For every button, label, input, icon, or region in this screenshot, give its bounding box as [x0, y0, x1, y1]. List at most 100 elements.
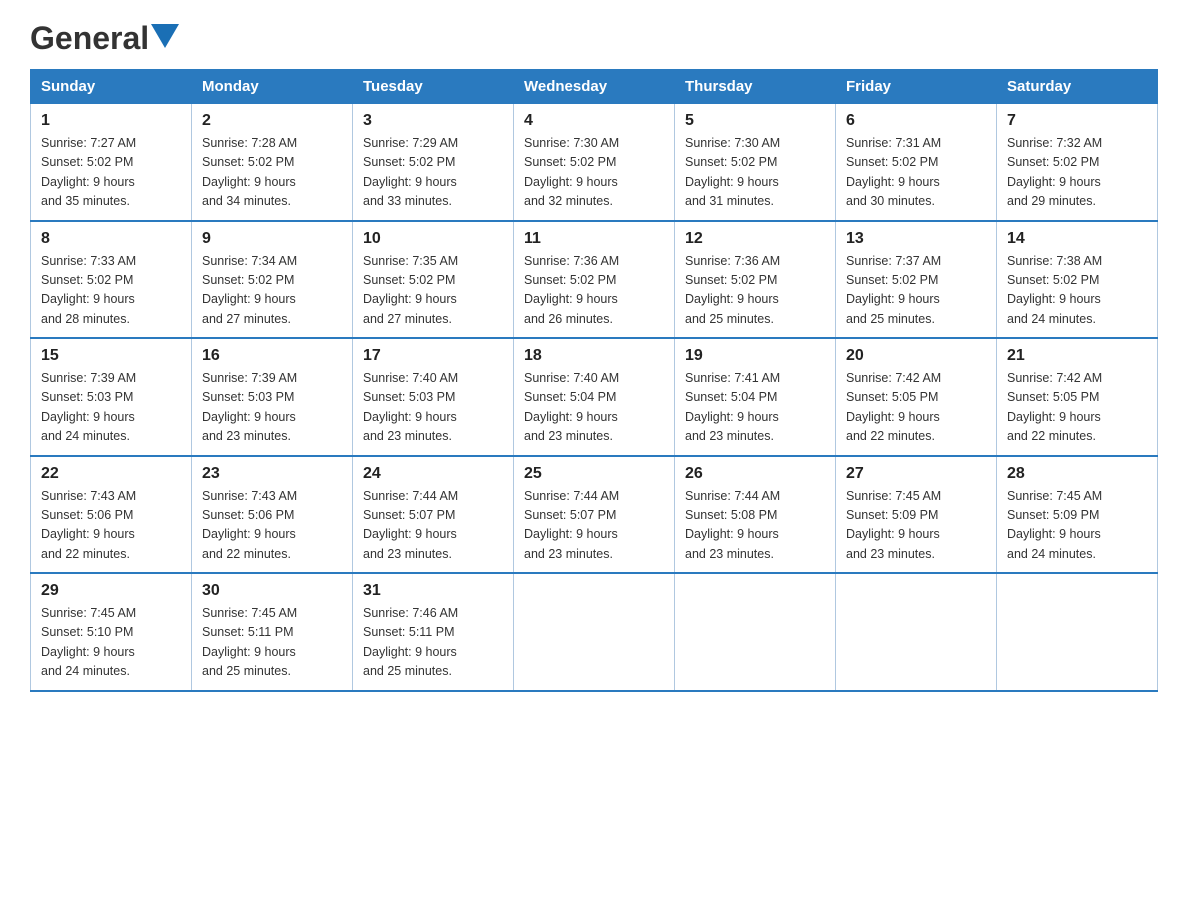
- calendar-week-row: 8Sunrise: 7:33 AMSunset: 5:02 PMDaylight…: [31, 221, 1158, 339]
- calendar-cell: 7 Sunrise: 7:32 AMSunset: 5:02 PMDaylight…: [997, 104, 1158, 221]
- day-number: 11: [524, 230, 664, 248]
- calendar-cell: 25 Sunrise: 7:44 AMSunset: 5:07 PMDayligh…: [514, 456, 675, 574]
- day-number: 14: [1007, 230, 1147, 248]
- calendar-week-row: 22 Sunrise: 7:43 AMSunset: 5:06 PMDayligh…: [31, 456, 1158, 574]
- logo: General: [30, 20, 179, 51]
- day-number: 27: [846, 465, 986, 483]
- day-info: Sunrise: 7:31 AMSunset: 5:02 PMDaylight:…: [846, 134, 986, 212]
- day-number: 21: [1007, 347, 1147, 365]
- calendar-cell: 13 Sunrise: 7:37 AMSunset: 5:02 PMDayligh…: [836, 221, 997, 339]
- weekday-header-row: SundayMondayTuesdayWednesdayThursdayFrid…: [31, 70, 1158, 104]
- day-info: Sunrise: 7:42 AMSunset: 5:05 PMDaylight:…: [846, 369, 986, 447]
- calendar-cell: 6 Sunrise: 7:31 AMSunset: 5:02 PMDaylight…: [836, 104, 997, 221]
- day-info: Sunrise: 7:33 AMSunset: 5:02 PMDaylight:…: [41, 252, 181, 330]
- day-info: Sunrise: 7:42 AMSunset: 5:05 PMDaylight:…: [1007, 369, 1147, 447]
- day-number: 23: [202, 465, 342, 483]
- weekday-header-friday: Friday: [836, 70, 997, 104]
- page-header: General: [30, 20, 1158, 51]
- day-info: Sunrise: 7:41 AMSunset: 5:04 PMDaylight:…: [685, 369, 825, 447]
- calendar-cell: 28Sunrise: 7:45 AMSunset: 5:09 PMDayligh…: [997, 456, 1158, 574]
- day-info: Sunrise: 7:43 AMSunset: 5:06 PMDaylight:…: [202, 487, 342, 565]
- calendar-cell: 5 Sunrise: 7:30 AMSunset: 5:02 PMDaylight…: [675, 104, 836, 221]
- day-number: 20: [846, 347, 986, 365]
- day-info: Sunrise: 7:30 AMSunset: 5:02 PMDaylight:…: [685, 134, 825, 212]
- day-number: 12: [685, 230, 825, 248]
- day-number: 25: [524, 465, 664, 483]
- day-number: 16: [202, 347, 342, 365]
- weekday-header-monday: Monday: [192, 70, 353, 104]
- calendar-cell: 29Sunrise: 7:45 AMSunset: 5:10 PMDayligh…: [31, 573, 192, 691]
- day-number: 17: [363, 347, 503, 365]
- calendar-cell: 10 Sunrise: 7:35 AMSunset: 5:02 PMDayligh…: [353, 221, 514, 339]
- weekday-header-thursday: Thursday: [675, 70, 836, 104]
- day-info: Sunrise: 7:28 AMSunset: 5:02 PMDaylight:…: [202, 134, 342, 212]
- weekday-header-wednesday: Wednesday: [514, 70, 675, 104]
- calendar-cell: 22Sunrise: 7:43 AMSunset: 5:06 PMDayligh…: [31, 456, 192, 574]
- day-number: 5: [685, 112, 825, 130]
- calendar-cell: [836, 573, 997, 691]
- calendar-cell: 31Sunrise: 7:46 AMSunset: 5:11 PMDayligh…: [353, 573, 514, 691]
- calendar-cell: 14 Sunrise: 7:38 AMSunset: 5:02 PMDayligh…: [997, 221, 1158, 339]
- day-info: Sunrise: 7:45 AMSunset: 5:09 PMDaylight:…: [846, 487, 986, 565]
- day-number: 6: [846, 112, 986, 130]
- weekday-header-sunday: Sunday: [31, 70, 192, 104]
- calendar-cell: 26 Sunrise: 7:44 AMSunset: 5:08 PMDayligh…: [675, 456, 836, 574]
- day-info: Sunrise: 7:35 AMSunset: 5:02 PMDaylight:…: [363, 252, 503, 330]
- day-info: Sunrise: 7:45 AMSunset: 5:09 PMDaylight:…: [1007, 487, 1147, 565]
- calendar-cell: 27 Sunrise: 7:45 AMSunset: 5:09 PMDayligh…: [836, 456, 997, 574]
- day-info: Sunrise: 7:45 AMSunset: 5:10 PMDaylight:…: [41, 604, 181, 682]
- calendar-cell: [514, 573, 675, 691]
- day-info: Sunrise: 7:34 AMSunset: 5:02 PMDaylight:…: [202, 252, 342, 330]
- day-number: 2: [202, 112, 342, 130]
- day-info: Sunrise: 7:44 AMSunset: 5:07 PMDaylight:…: [524, 487, 664, 565]
- day-number: 13: [846, 230, 986, 248]
- day-number: 9: [202, 230, 342, 248]
- calendar-cell: [675, 573, 836, 691]
- calendar-cell: 23 Sunrise: 7:43 AMSunset: 5:06 PMDayligh…: [192, 456, 353, 574]
- calendar-cell: 9 Sunrise: 7:34 AMSunset: 5:02 PMDaylight…: [192, 221, 353, 339]
- day-info: Sunrise: 7:36 AMSunset: 5:02 PMDaylight:…: [685, 252, 825, 330]
- day-info: Sunrise: 7:32 AMSunset: 5:02 PMDaylight:…: [1007, 134, 1147, 212]
- day-number: 3: [363, 112, 503, 130]
- day-number: 22: [41, 465, 181, 483]
- calendar-week-row: 1 Sunrise: 7:27 AMSunset: 5:02 PMDaylight…: [31, 104, 1158, 221]
- day-info: Sunrise: 7:38 AMSunset: 5:02 PMDaylight:…: [1007, 252, 1147, 330]
- day-number: 18: [524, 347, 664, 365]
- day-info: Sunrise: 7:29 AMSunset: 5:02 PMDaylight:…: [363, 134, 503, 212]
- calendar-cell: 1 Sunrise: 7:27 AMSunset: 5:02 PMDaylight…: [31, 104, 192, 221]
- calendar-cell: 18 Sunrise: 7:40 AMSunset: 5:04 PMDayligh…: [514, 338, 675, 456]
- calendar-cell: 17 Sunrise: 7:40 AMSunset: 5:03 PMDayligh…: [353, 338, 514, 456]
- day-number: 15: [41, 347, 181, 365]
- day-info: Sunrise: 7:39 AMSunset: 5:03 PMDaylight:…: [202, 369, 342, 447]
- logo-general: General: [30, 20, 149, 57]
- calendar-cell: 11 Sunrise: 7:36 AMSunset: 5:02 PMDayligh…: [514, 221, 675, 339]
- day-number: 10: [363, 230, 503, 248]
- day-number: 1: [41, 112, 181, 130]
- day-info: Sunrise: 7:37 AMSunset: 5:02 PMDaylight:…: [846, 252, 986, 330]
- day-info: Sunrise: 7:44 AMSunset: 5:07 PMDaylight:…: [363, 487, 503, 565]
- day-info: Sunrise: 7:40 AMSunset: 5:03 PMDaylight:…: [363, 369, 503, 447]
- day-info: Sunrise: 7:45 AMSunset: 5:11 PMDaylight:…: [202, 604, 342, 682]
- calendar-cell: 12 Sunrise: 7:36 AMSunset: 5:02 PMDayligh…: [675, 221, 836, 339]
- weekday-header-tuesday: Tuesday: [353, 70, 514, 104]
- day-number: 7: [1007, 112, 1147, 130]
- day-info: Sunrise: 7:30 AMSunset: 5:02 PMDaylight:…: [524, 134, 664, 212]
- day-info: Sunrise: 7:39 AMSunset: 5:03 PMDaylight:…: [41, 369, 181, 447]
- day-info: Sunrise: 7:36 AMSunset: 5:02 PMDaylight:…: [524, 252, 664, 330]
- day-number: 30: [202, 582, 342, 600]
- calendar-cell: 21 Sunrise: 7:42 AMSunset: 5:05 PMDayligh…: [997, 338, 1158, 456]
- weekday-header-saturday: Saturday: [997, 70, 1158, 104]
- calendar-cell: 16 Sunrise: 7:39 AMSunset: 5:03 PMDayligh…: [192, 338, 353, 456]
- calendar-week-row: 29Sunrise: 7:45 AMSunset: 5:10 PMDayligh…: [31, 573, 1158, 691]
- calendar-cell: 3 Sunrise: 7:29 AMSunset: 5:02 PMDaylight…: [353, 104, 514, 221]
- logo-arrow-icon: [151, 24, 179, 48]
- day-number: 31: [363, 582, 503, 600]
- day-info: Sunrise: 7:27 AMSunset: 5:02 PMDaylight:…: [41, 134, 181, 212]
- calendar-cell: 2 Sunrise: 7:28 AMSunset: 5:02 PMDaylight…: [192, 104, 353, 221]
- calendar-cell: 4Sunrise: 7:30 AMSunset: 5:02 PMDaylight…: [514, 104, 675, 221]
- day-number: 26: [685, 465, 825, 483]
- day-number: 19: [685, 347, 825, 365]
- calendar-cell: 15 Sunrise: 7:39 AMSunset: 5:03 PMDayligh…: [31, 338, 192, 456]
- day-info: Sunrise: 7:40 AMSunset: 5:04 PMDaylight:…: [524, 369, 664, 447]
- day-info: Sunrise: 7:44 AMSunset: 5:08 PMDaylight:…: [685, 487, 825, 565]
